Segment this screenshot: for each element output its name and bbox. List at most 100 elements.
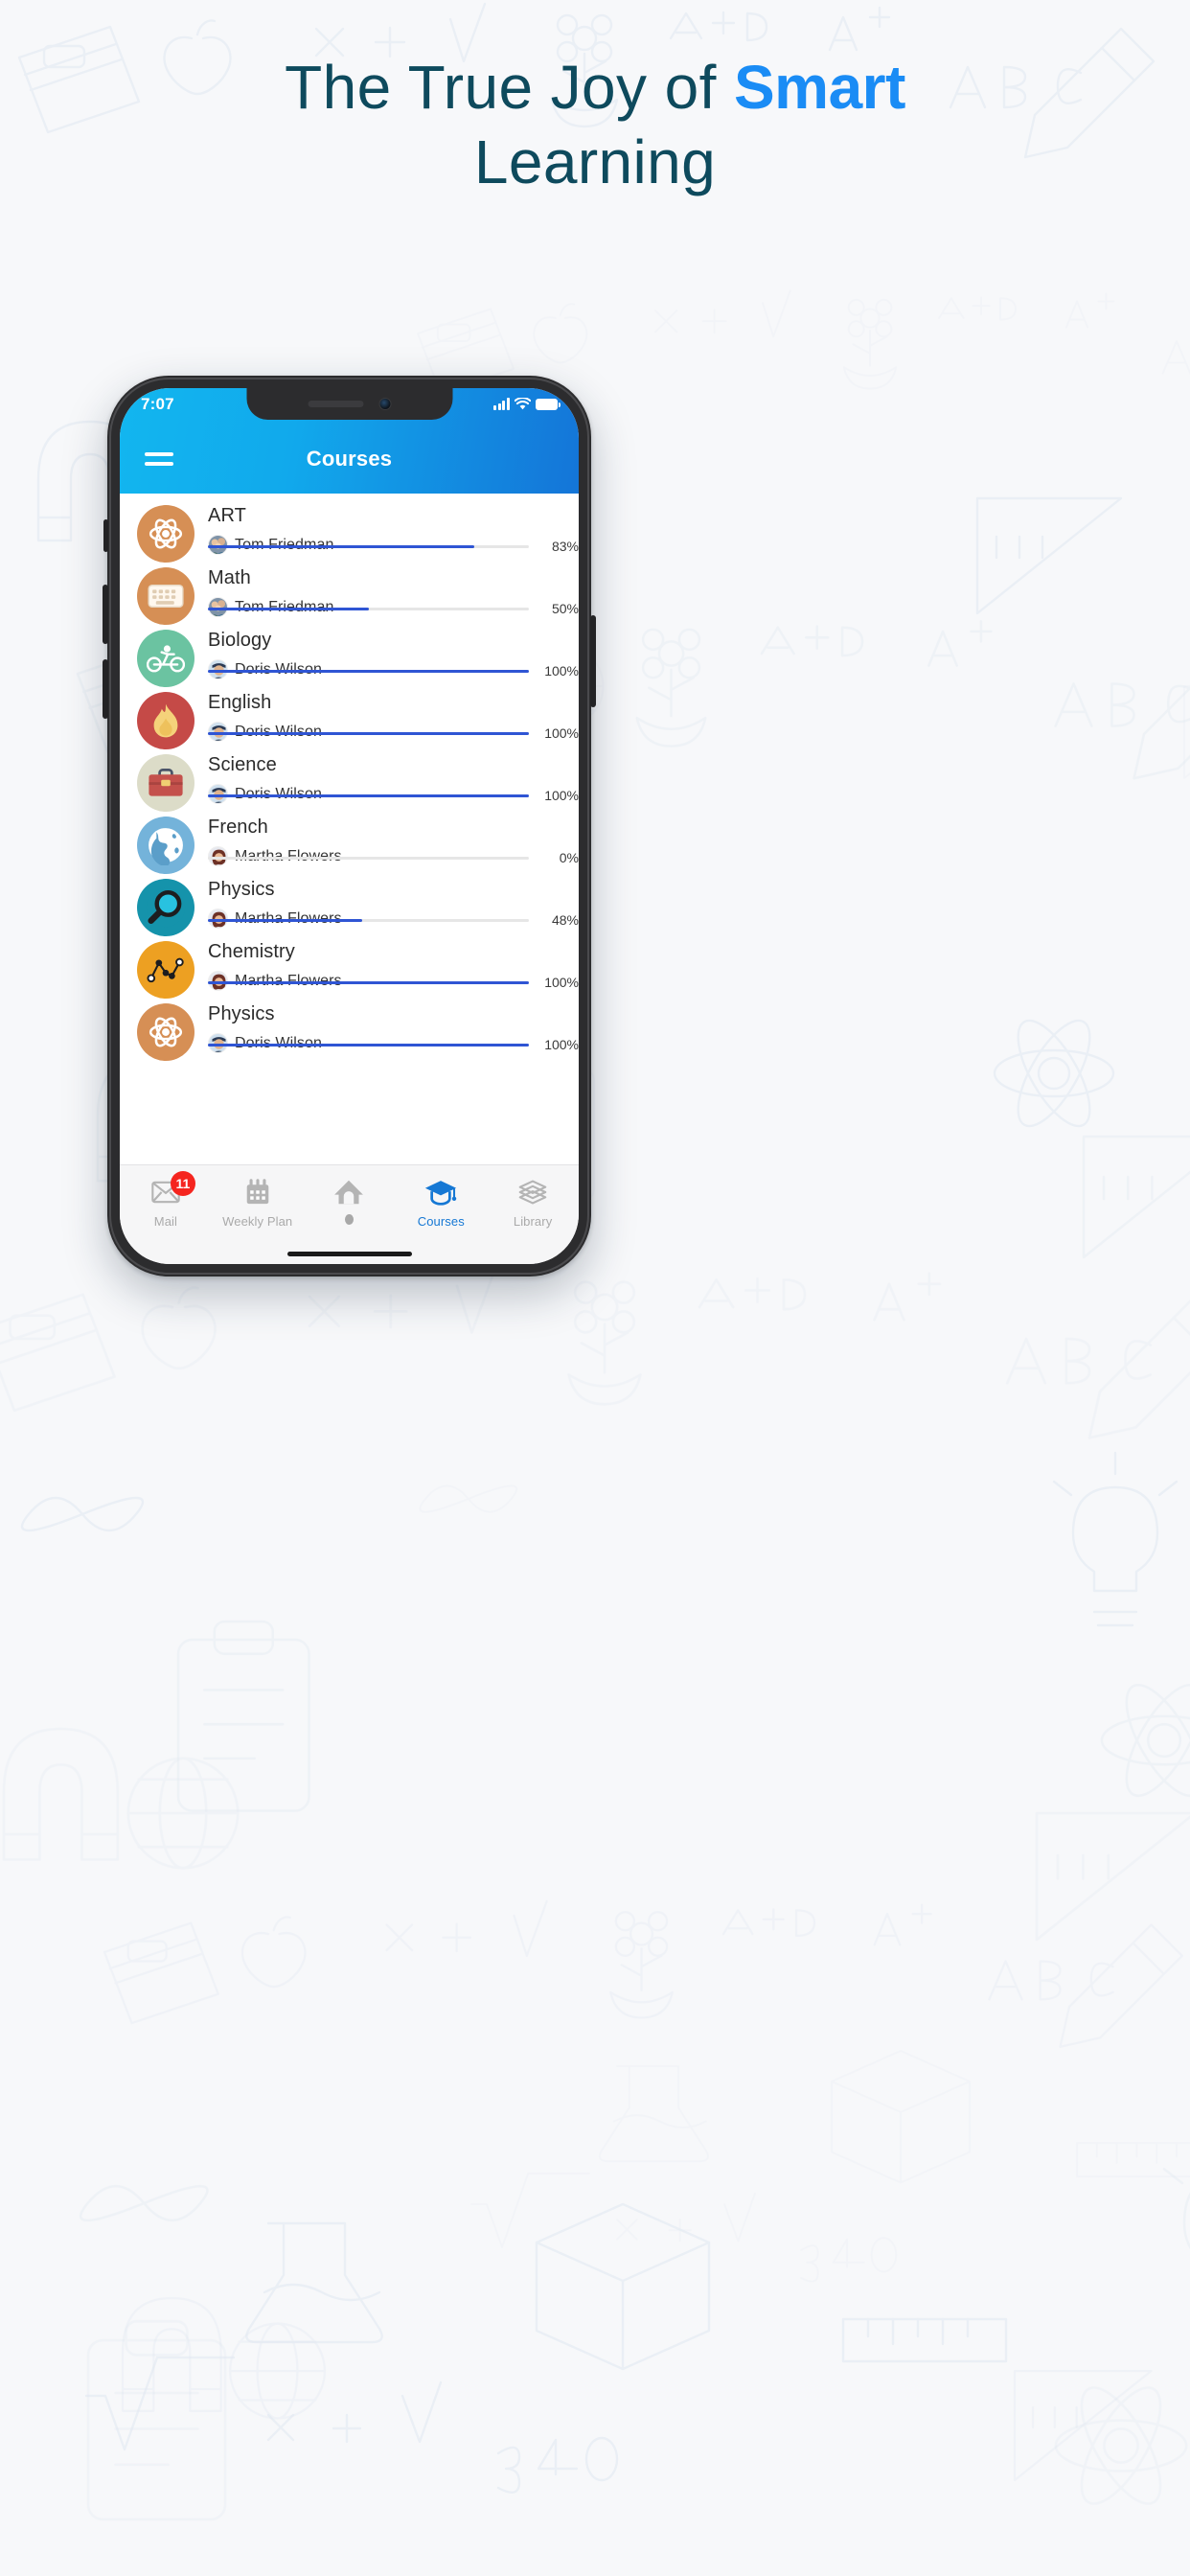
course-body: Science Doris Wilson 100% — [208, 748, 579, 805]
course-row[interactable]: Physics Doris Wilson 100% — [120, 992, 579, 1061]
bicycle-icon — [137, 630, 195, 687]
progress-track — [208, 856, 529, 860]
course-body: Chemistry Martha Flowers 100% — [208, 935, 579, 992]
progress-fill — [208, 544, 475, 548]
progress-fill — [208, 794, 529, 797]
progress-percent: 100% — [544, 725, 579, 741]
course-row[interactable]: French Martha Flowers 0% — [120, 805, 579, 874]
course-name: Science — [208, 754, 277, 775]
flame-icon — [137, 692, 195, 749]
wifi-icon — [515, 398, 531, 410]
course-progress: 0% — [208, 850, 579, 865]
page-headline: The True Joy of Smart Learning — [0, 50, 1190, 199]
progress-percent: 100% — [544, 788, 579, 803]
course-name: Physics — [208, 1003, 275, 1024]
course-row[interactable]: ART Tom Friedman 83% — [120, 494, 579, 563]
app-header: 7:07 Courses — [120, 388, 579, 494]
headline-line1-plain: The True Joy of — [285, 53, 734, 122]
course-body: Biology Doris Wilson 100% — [208, 624, 579, 680]
app-nav-row: Courses — [120, 425, 579, 494]
phone-mockup: 7:07 Courses ART 83% Math 50% Biology 10… — [103, 376, 596, 1276]
active-page-dot — [344, 1214, 354, 1225]
course-name: English — [208, 692, 272, 713]
progress-fill — [208, 607, 369, 610]
status-bar: 7:07 — [120, 388, 579, 420]
course-name: Math — [208, 567, 251, 588]
progress-fill — [208, 731, 529, 735]
progress-percent: 0% — [559, 850, 579, 865]
headline-line2: Learning — [473, 127, 717, 197]
course-body: Math Tom Friedman 50% — [208, 562, 579, 618]
atom-icon — [137, 1003, 195, 1061]
tab-mail[interactable]: 11 Mail — [120, 1171, 212, 1229]
headline-accent-word: Smart — [733, 53, 905, 122]
progress-track — [208, 669, 529, 673]
graduation-cap-icon — [424, 1177, 457, 1208]
page-title: Courses — [306, 447, 393, 471]
course-name: French — [208, 816, 268, 838]
course-body: English Doris Wilson 100% — [208, 686, 579, 743]
course-name: Biology — [208, 630, 272, 651]
progress-track — [208, 1043, 529, 1046]
volume-up-button[interactable] — [103, 585, 108, 644]
tab-weekly-plan[interactable]: Weekly Plan — [212, 1177, 304, 1229]
course-row[interactable]: Chemistry Martha Flowers 100% — [120, 930, 579, 999]
volume-down-button[interactable] — [103, 659, 108, 719]
course-row[interactable]: Math Tom Friedman 50% — [120, 556, 579, 625]
battery-full-icon — [536, 399, 561, 410]
course-body: French Martha Flowers 0% — [208, 811, 579, 867]
course-progress: 50% — [208, 601, 579, 616]
course-name: ART — [208, 505, 246, 526]
course-body: Physics Doris Wilson 100% — [208, 998, 579, 1054]
signal-bars-icon — [493, 398, 510, 410]
course-progress: 100% — [208, 788, 579, 803]
progress-fill — [208, 918, 362, 922]
course-row[interactable]: Science Doris Wilson 100% — [120, 743, 579, 812]
course-row[interactable]: Physics Martha Flowers 48% — [120, 867, 579, 936]
progress-percent: 83% — [551, 539, 579, 554]
progress-track — [208, 980, 529, 984]
course-progress: 100% — [208, 725, 579, 741]
briefcase-icon — [137, 754, 195, 812]
tab-library[interactable]: Library — [487, 1177, 579, 1229]
progress-percent: 100% — [544, 663, 579, 678]
power-button[interactable] — [590, 615, 596, 707]
course-row[interactable]: English Doris Wilson 100% — [120, 680, 579, 749]
course-progress: 100% — [208, 975, 579, 990]
globe-icon — [137, 816, 195, 874]
calendar-icon — [245, 1177, 270, 1208]
progress-track — [208, 731, 529, 735]
mute-switch[interactable] — [103, 519, 108, 552]
course-list[interactable]: ART Tom Friedman 83% Math — [120, 494, 579, 1164]
tab-courses[interactable]: Courses — [395, 1177, 487, 1229]
progress-percent: 100% — [544, 1037, 579, 1052]
course-body: ART Tom Friedman 83% — [208, 499, 579, 556]
progress-fill — [208, 669, 529, 673]
progress-fill — [208, 1043, 529, 1046]
course-row[interactable]: Biology Doris Wilson 100% — [120, 618, 579, 687]
course-progress: 83% — [208, 539, 579, 554]
progress-fill — [208, 980, 529, 984]
tab-label: Weekly Plan — [222, 1214, 293, 1229]
progress-track — [208, 918, 529, 922]
course-progress: 48% — [208, 912, 579, 928]
phone-screen: 7:07 Courses ART 83% Math 50% Biology 10… — [120, 388, 579, 1264]
tab-label: Courses — [417, 1214, 465, 1229]
progress-percent: 50% — [551, 601, 579, 616]
bottom-tab-bar[interactable]: 11 Mail Weekly Plan Courses Library — [120, 1164, 579, 1264]
line-chart-icon — [137, 941, 195, 999]
course-progress: 100% — [208, 663, 579, 678]
progress-track — [208, 544, 529, 548]
tab-label: Mail — [153, 1214, 178, 1229]
mail-badge: 11 — [170, 1171, 195, 1196]
course-name: Chemistry — [208, 941, 295, 962]
tab-label: Library — [513, 1214, 553, 1229]
tab-home[interactable] — [304, 1177, 396, 1225]
home-icon — [333, 1177, 364, 1208]
books-icon — [518, 1177, 547, 1208]
progress-track — [208, 794, 529, 797]
progress-percent: 48% — [551, 912, 579, 928]
mail-icon: 11 — [151, 1171, 195, 1208]
course-name: Physics — [208, 879, 275, 900]
course-body: Physics Martha Flowers 48% — [208, 873, 579, 930]
